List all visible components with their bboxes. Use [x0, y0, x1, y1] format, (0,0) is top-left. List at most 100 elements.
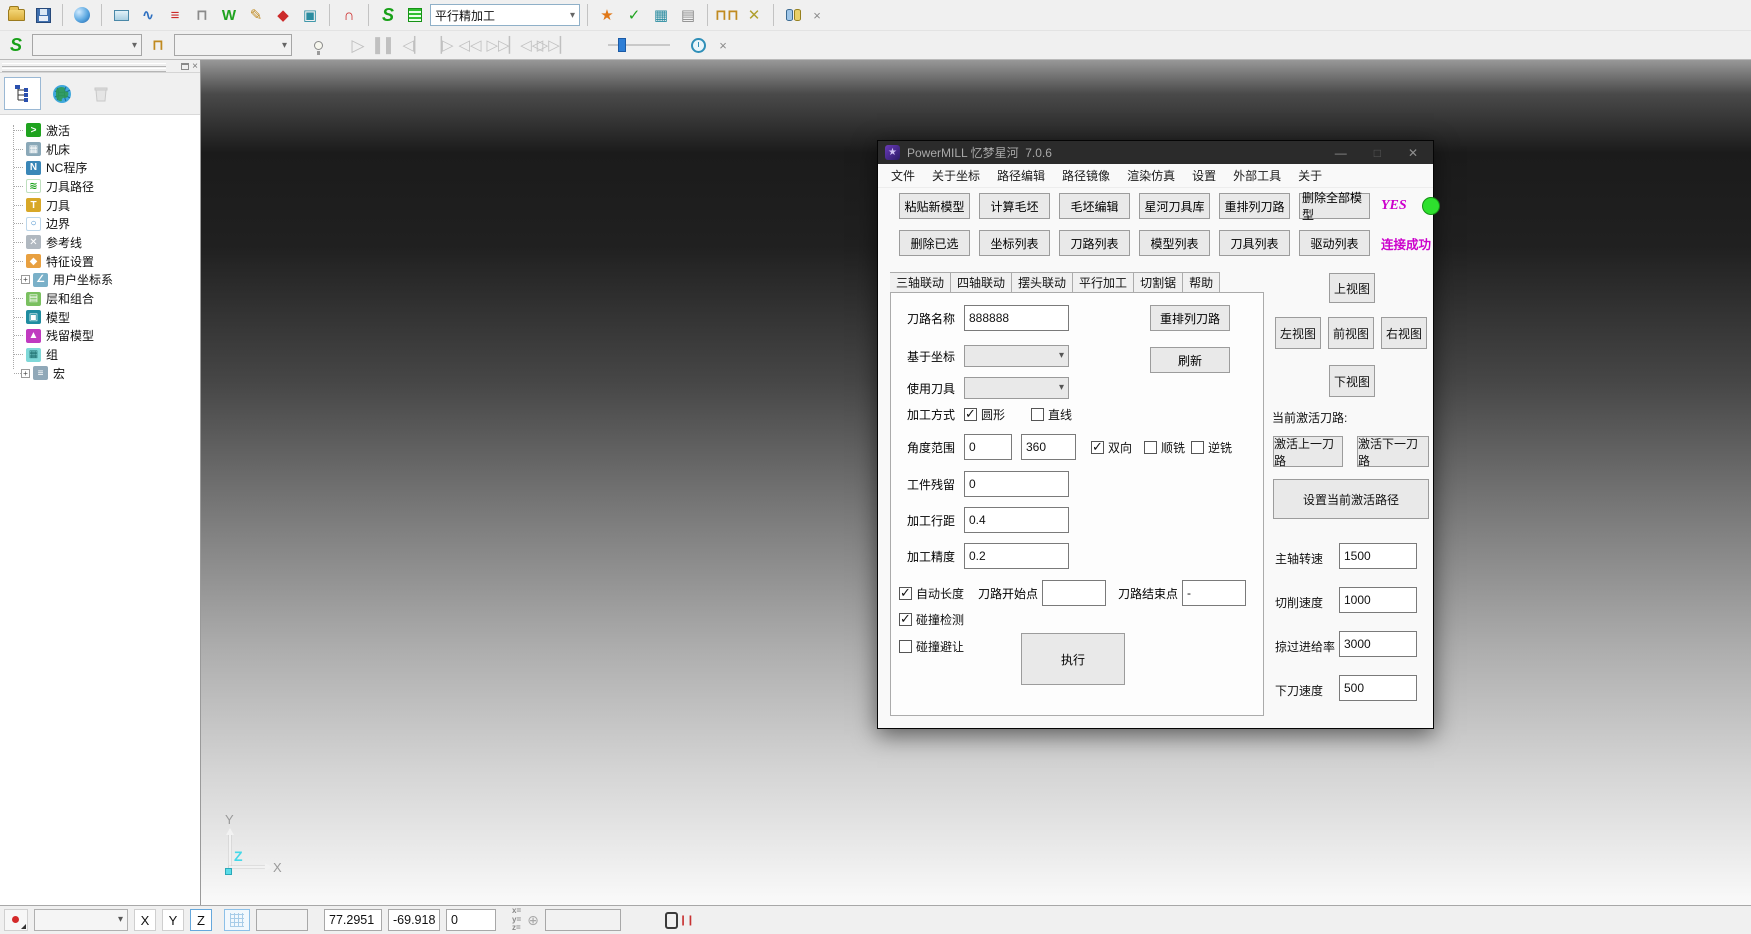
- collision-avoid-checkbox[interactable]: 碰撞避让: [899, 638, 964, 655]
- view-left-button[interactable]: 左视图: [1275, 317, 1321, 349]
- tree-item[interactable]: + 宏: [6, 364, 200, 383]
- tab-explorer-globe[interactable]: [43, 77, 80, 110]
- axis-x-button[interactable]: X: [134, 909, 156, 931]
- strategy-combobox[interactable]: 平行精加工 ▾: [430, 4, 580, 26]
- skim-feedrate-input[interactable]: 3000: [1339, 631, 1417, 657]
- panel-float-icon[interactable]: [181, 63, 189, 70]
- rewind-icon[interactable]: ◁◁: [458, 33, 482, 57]
- collision-check-checkbox[interactable]: 碰撞检测: [899, 611, 964, 628]
- view-top-button[interactable]: 上视图: [1329, 273, 1375, 303]
- execute-button[interactable]: 执行: [1021, 633, 1125, 685]
- dialog-button[interactable]: 刀路列表: [1059, 230, 1130, 256]
- menu-item[interactable]: 设置: [1192, 167, 1216, 184]
- shaded-sphere-icon[interactable]: [70, 3, 94, 27]
- checkbox-icon[interactable]: [899, 587, 912, 600]
- tree-expand-icon[interactable]: +: [21, 275, 30, 284]
- step-back-icon[interactable]: ◁▏: [402, 33, 426, 57]
- activate-next-toolpath-button[interactable]: 激活下一刀路: [1357, 436, 1429, 467]
- rearrange-toolpaths-button[interactable]: 重排列刀路: [1150, 305, 1230, 331]
- view-front-button[interactable]: 前视图: [1328, 317, 1374, 349]
- tool-icon[interactable]: ⊓: [190, 3, 214, 27]
- checkbox-icon[interactable]: [899, 613, 912, 626]
- save-icon[interactable]: [31, 3, 55, 27]
- dialog-tab[interactable]: 切割锯: [1134, 272, 1183, 293]
- checkbox-icon[interactable]: [1144, 441, 1157, 454]
- dialog-button[interactable]: 星河刀具库: [1139, 193, 1210, 219]
- view-right-button[interactable]: 右视图: [1381, 317, 1427, 349]
- tree-item[interactable]: + 特征设置: [6, 252, 200, 271]
- climb-checkbox[interactable]: 顺铣: [1144, 439, 1185, 456]
- sim-toolpath-combobox[interactable]: ▾: [32, 34, 142, 56]
- dialog-tab[interactable]: 三轴联动: [890, 272, 951, 293]
- transform-icon[interactable]: ✕: [742, 3, 766, 27]
- conventional-checkbox[interactable]: 逆铣: [1191, 439, 1232, 456]
- boundary-tool-icon[interactable]: ▣: [298, 3, 322, 27]
- menu-item[interactable]: 路径镜像: [1062, 167, 1110, 184]
- panel-close-icon[interactable]: ×: [192, 62, 198, 72]
- dialog-button[interactable]: 毛坯编辑: [1059, 193, 1130, 219]
- tab-explorer-tree[interactable]: [4, 77, 41, 110]
- refresh-button[interactable]: 刷新: [1150, 347, 1230, 373]
- auto-length-checkbox[interactable]: 自动长度: [899, 585, 964, 602]
- dialog-button[interactable]: 计算毛坯: [979, 193, 1050, 219]
- tree-item[interactable]: + 模型: [6, 308, 200, 327]
- skip-end-icon[interactable]: ▷▷▏: [542, 33, 566, 57]
- statusbar-combobox[interactable]: ▾: [34, 909, 128, 931]
- toolpath-name-input[interactable]: 888888: [964, 305, 1069, 331]
- step-forward-icon[interactable]: ▕▷: [430, 33, 454, 57]
- dialog-button[interactable]: 模型列表: [1139, 230, 1210, 256]
- play-icon[interactable]: ▷: [346, 33, 370, 57]
- tree-item[interactable]: + 激活: [6, 121, 200, 140]
- tree-expand-icon[interactable]: +: [21, 369, 30, 378]
- spindle-speed-input[interactable]: 1500: [1339, 543, 1417, 569]
- cutting-speed-input[interactable]: 1000: [1339, 587, 1417, 613]
- pause-icon[interactable]: ▌▌: [374, 33, 398, 57]
- block-icon[interactable]: [109, 3, 133, 27]
- menu-item[interactable]: 路径编辑: [997, 167, 1045, 184]
- checkbox-icon[interactable]: [899, 640, 912, 653]
- leads-links-icon[interactable]: W: [217, 3, 241, 27]
- calculator-icon[interactable]: ▦: [649, 3, 673, 27]
- tool-pair-icon[interactable]: ⊓⊓: [715, 3, 739, 27]
- checkbox-icon[interactable]: [1031, 408, 1044, 421]
- coordinate-y-field[interactable]: -69.918: [388, 909, 440, 931]
- clock-icon[interactable]: [686, 33, 710, 57]
- dialog-button[interactable]: 删除已选: [899, 230, 970, 256]
- verify-icon[interactable]: ✓: [622, 3, 646, 27]
- view-bottom-button[interactable]: 下视图: [1329, 365, 1375, 397]
- axis-y-button[interactable]: Y: [162, 909, 184, 931]
- simulation-speed-slider[interactable]: [608, 36, 670, 54]
- dialog-tab[interactable]: 摆头联动: [1012, 272, 1073, 293]
- dialog-button[interactable]: 坐标列表: [979, 230, 1050, 256]
- use-tool-combobox[interactable]: ▾: [964, 377, 1069, 399]
- tree-item[interactable]: + 刀具路径: [6, 177, 200, 196]
- mode-line-checkbox[interactable]: 直线: [1031, 406, 1072, 423]
- sim-toolbar-close-icon[interactable]: ×: [714, 38, 732, 53]
- end-point-input[interactable]: -: [1182, 580, 1246, 606]
- points-icon[interactable]: ◆: [271, 3, 295, 27]
- fast-forward-icon[interactable]: ▷▷: [486, 33, 510, 57]
- record-button[interactable]: [4, 909, 28, 931]
- bidirectional-checkbox[interactable]: 双向: [1091, 439, 1132, 456]
- toolbar-close-icon[interactable]: ×: [808, 8, 826, 23]
- menu-item[interactable]: 文件: [891, 167, 915, 184]
- dialog-button[interactable]: 粘贴新模型: [899, 193, 970, 219]
- angle-to-input[interactable]: 360: [1021, 434, 1076, 460]
- tolerance-input[interactable]: 0.2: [964, 543, 1069, 569]
- simulation-icon[interactable]: ∩: [337, 3, 361, 27]
- open-file-icon[interactable]: [4, 3, 28, 27]
- mode-circle-checkbox[interactable]: 圆形: [964, 406, 1005, 423]
- tree-item[interactable]: + 机床: [6, 140, 200, 159]
- lamp-icon[interactable]: [306, 33, 330, 57]
- dialog-tab[interactable]: 四轴联动: [951, 272, 1012, 293]
- ruler-icon[interactable]: ▤: [676, 3, 700, 27]
- plunge-rate-input[interactable]: 500: [1339, 675, 1417, 701]
- tree-item[interactable]: + 刀具: [6, 196, 200, 215]
- based-coord-combobox[interactable]: ▾: [964, 345, 1069, 367]
- menu-item[interactable]: 关于坐标: [932, 167, 980, 184]
- stock-remain-input[interactable]: 0: [964, 471, 1069, 497]
- toolpath-list-icon[interactable]: [403, 3, 427, 27]
- sim-tool-combobox[interactable]: ▾: [174, 34, 292, 56]
- pattern-edit-icon[interactable]: ✎: [244, 3, 268, 27]
- coordinate-x-field[interactable]: 77.2951: [324, 909, 382, 931]
